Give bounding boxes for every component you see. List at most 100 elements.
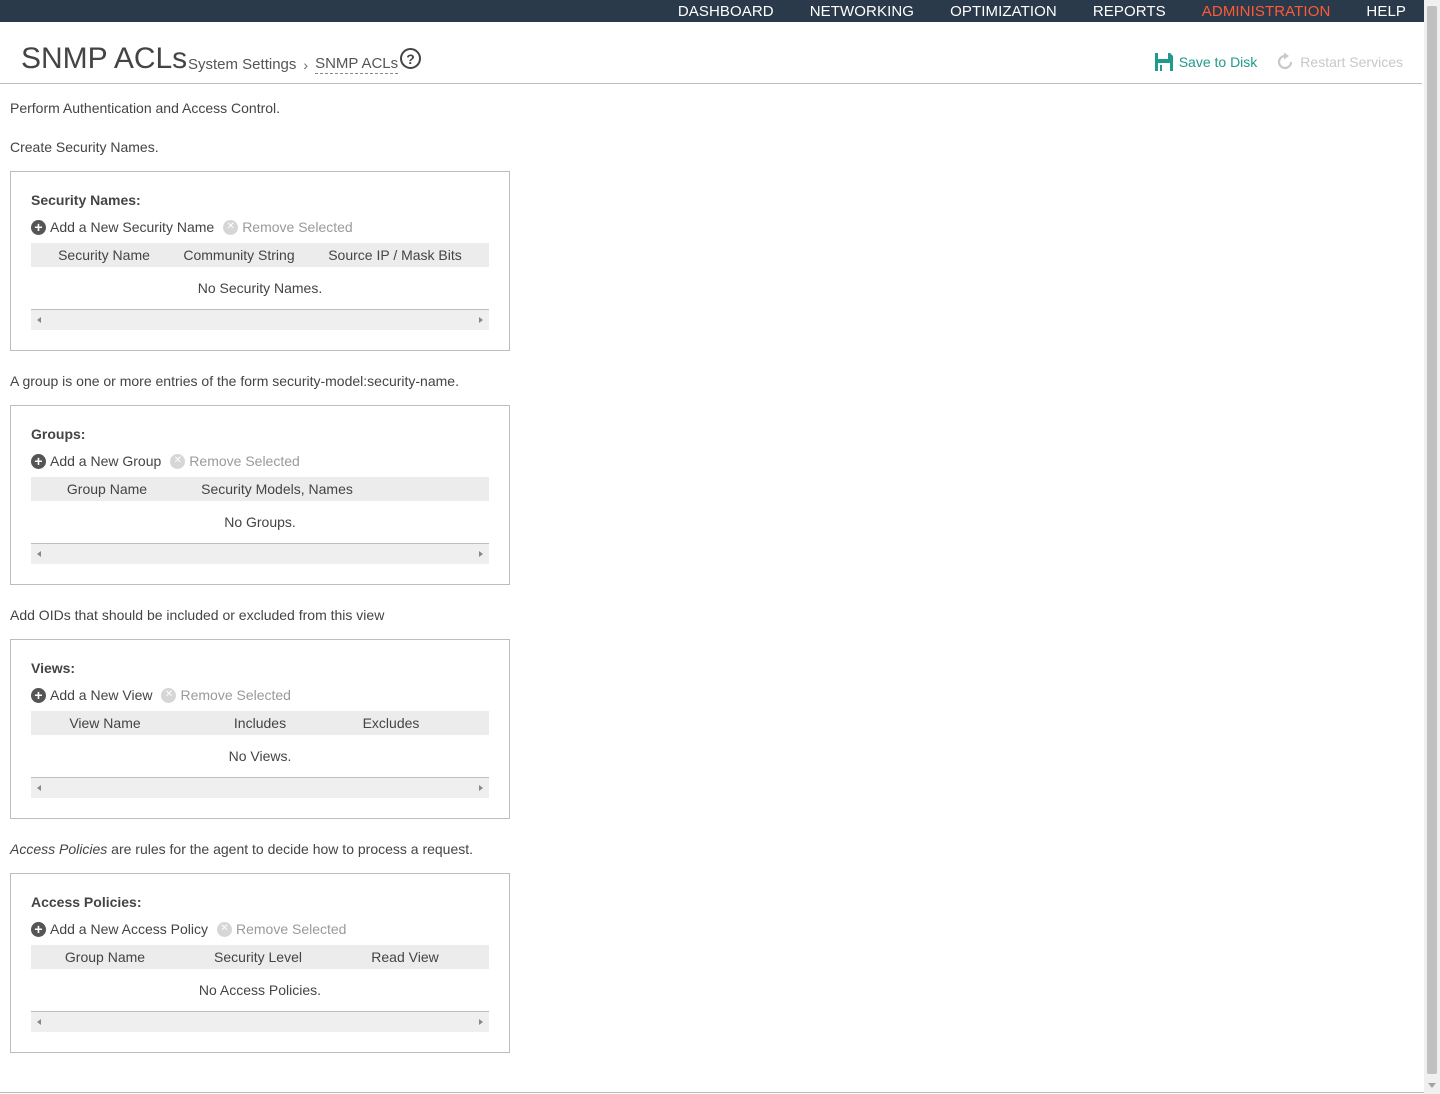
remove-selected-button[interactable]: ✕ Remove Selected bbox=[170, 453, 300, 469]
main-content: Perform Authentication and Access Contro… bbox=[10, 98, 1410, 1053]
column-header[interactable]: View Name bbox=[31, 715, 179, 731]
page-title: SNMP ACLs bbox=[21, 42, 188, 75]
restart-services-button[interactable]: Restart Services bbox=[1275, 52, 1403, 72]
intro-text-2: Create Security Names. bbox=[10, 139, 159, 155]
nav-reports[interactable]: REPORTS bbox=[1093, 3, 1166, 20]
intro-text-1: Perform Authentication and Access Contro… bbox=[10, 100, 281, 116]
remove-selected-button[interactable]: ✕ Remove Selected bbox=[216, 921, 347, 937]
scrollbar-thumb[interactable] bbox=[1427, 6, 1437, 1074]
remove-label: Remove Selected bbox=[180, 687, 291, 703]
column-header[interactable]: Source IP / Mask Bits bbox=[301, 247, 489, 263]
nav-dashboard[interactable]: DASHBOARD bbox=[678, 3, 774, 20]
column-header[interactable]: Community String bbox=[177, 247, 301, 263]
column-header[interactable]: Security Name bbox=[31, 247, 177, 263]
nav-networking[interactable]: NETWORKING bbox=[810, 3, 914, 20]
empty-message: No Views. bbox=[31, 735, 489, 778]
breadcrumb-current[interactable]: SNMP ACLs bbox=[315, 55, 399, 74]
scroll-left-icon[interactable] bbox=[37, 551, 41, 557]
save-to-disk-label: Save to Disk bbox=[1178, 54, 1258, 70]
add-label: Add a New Security Name bbox=[50, 219, 215, 235]
horizontal-scrollbar[interactable] bbox=[31, 544, 489, 564]
x-circle-icon: ✕ bbox=[170, 453, 186, 469]
remove-selected-button[interactable]: ✕ Remove Selected bbox=[223, 219, 353, 235]
security-names-panel: Security Names: + Add a New Security Nam… bbox=[10, 171, 510, 351]
scroll-right-icon[interactable] bbox=[479, 785, 483, 791]
plus-circle-icon: + bbox=[31, 453, 46, 469]
table-header: Group Name Security Level Read View bbox=[31, 945, 489, 969]
breadcrumb-parent[interactable]: System Settings bbox=[188, 56, 296, 73]
horizontal-scrollbar[interactable] bbox=[31, 1012, 489, 1032]
panel-title: Access Policies: bbox=[31, 894, 142, 910]
question-circle-icon[interactable]: ? bbox=[400, 48, 421, 69]
page-header: SNMP ACLs System Settings › SNMP ACLs ? … bbox=[0, 22, 1422, 84]
restart-services-label: Restart Services bbox=[1300, 54, 1403, 70]
table-header: Security Name Community String Source IP… bbox=[31, 243, 489, 267]
add-access-policy-button[interactable]: + Add a New Access Policy bbox=[31, 921, 208, 937]
page-bottom-divider bbox=[0, 1092, 1424, 1093]
remove-label: Remove Selected bbox=[235, 921, 347, 937]
horizontal-scrollbar[interactable] bbox=[31, 778, 489, 798]
scroll-right-icon[interactable] bbox=[479, 317, 483, 323]
x-circle-icon: ✕ bbox=[161, 687, 177, 703]
x-circle-icon: ✕ bbox=[223, 219, 239, 235]
top-navigation: DASHBOARD NETWORKING OPTIMIZATION REPORT… bbox=[0, 0, 1424, 22]
nav-help[interactable]: HELP bbox=[1366, 3, 1406, 20]
remove-label: Remove Selected bbox=[242, 219, 353, 235]
scroll-right-icon[interactable] bbox=[479, 1019, 483, 1025]
column-header[interactable]: Security Models, Names bbox=[183, 481, 371, 497]
empty-message: No Groups. bbox=[31, 501, 489, 544]
column-header[interactable]: Read View bbox=[337, 949, 473, 965]
table-header: Group Name Security Models, Names bbox=[31, 477, 489, 501]
plus-circle-icon: + bbox=[31, 687, 46, 703]
add-label: Add a New Access Policy bbox=[50, 921, 208, 937]
groups-panel: Groups: + Add a New Group ✕ Remove Selec… bbox=[10, 405, 510, 585]
refresh-icon bbox=[1278, 52, 1293, 70]
empty-message: No Security Names. bbox=[31, 267, 489, 310]
remove-label: Remove Selected bbox=[189, 453, 300, 469]
horizontal-scrollbar[interactable] bbox=[31, 310, 489, 330]
panel-actions: + Add a New Group ✕ Remove Selected bbox=[31, 452, 489, 470]
views-panel: Views: + Add a New View ✕ Remove Selecte… bbox=[10, 639, 510, 819]
panel-actions: + Add a New Access Policy ✕ Remove Selec… bbox=[31, 920, 489, 938]
access-policies-description: Access Policies are rules for the agent … bbox=[10, 839, 1410, 859]
groups-description: A group is one or more entries of the fo… bbox=[10, 373, 459, 389]
panel-actions: + Add a New View ✕ Remove Selected bbox=[31, 686, 489, 704]
add-view-button[interactable]: + Add a New View bbox=[31, 687, 152, 703]
add-group-button[interactable]: + Add a New Group bbox=[31, 453, 161, 469]
nav-administration[interactable]: ADMINISTRATION bbox=[1202, 3, 1331, 20]
scroll-right-icon[interactable] bbox=[479, 551, 483, 557]
empty-message: No Access Policies. bbox=[31, 969, 489, 1012]
panel-title: Groups: bbox=[31, 426, 86, 442]
access-policies-rest: are rules for the agent to decide how to… bbox=[107, 841, 474, 857]
scroll-left-icon[interactable] bbox=[37, 1019, 41, 1025]
x-circle-icon: ✕ bbox=[216, 921, 232, 937]
nav-optimization[interactable]: OPTIMIZATION bbox=[950, 3, 1057, 20]
breadcrumb-separator: › bbox=[303, 56, 309, 73]
add-label: Add a New Group bbox=[50, 453, 162, 469]
scroll-down-icon[interactable] bbox=[1428, 1083, 1436, 1088]
vertical-scrollbar[interactable] bbox=[1424, 0, 1440, 1094]
column-header[interactable]: Group Name bbox=[31, 949, 179, 965]
add-security-name-button[interactable]: + Add a New Security Name bbox=[31, 219, 214, 235]
views-description: Add OIDs that should be included or excl… bbox=[10, 607, 385, 623]
column-header[interactable]: Security Level bbox=[179, 949, 337, 965]
column-header[interactable]: Excludes bbox=[341, 715, 441, 731]
access-policies-emphasis: Access Policies bbox=[10, 841, 108, 857]
panel-title: Security Names: bbox=[31, 192, 141, 208]
remove-selected-button[interactable]: ✕ Remove Selected bbox=[161, 687, 291, 703]
column-header[interactable]: Group Name bbox=[31, 481, 183, 497]
panel-actions: + Add a New Security Name ✕ Remove Selec… bbox=[31, 218, 489, 236]
column-header[interactable]: Includes bbox=[179, 715, 341, 731]
panel-title: Views: bbox=[31, 660, 76, 676]
header-actions: Save to Disk Restart Services bbox=[1154, 52, 1403, 72]
floppy-disk-icon bbox=[1154, 53, 1173, 71]
scroll-left-icon[interactable] bbox=[37, 785, 41, 791]
save-to-disk-button[interactable]: Save to Disk bbox=[1154, 52, 1258, 72]
plus-circle-icon: + bbox=[31, 921, 46, 937]
breadcrumb: System Settings › SNMP ACLs bbox=[188, 55, 399, 74]
add-label: Add a New View bbox=[50, 687, 153, 703]
access-policies-panel: Access Policies: + Add a New Access Poli… bbox=[10, 873, 510, 1053]
table-header: View Name Includes Excludes bbox=[31, 711, 489, 735]
plus-circle-icon: + bbox=[31, 219, 46, 235]
scroll-left-icon[interactable] bbox=[37, 317, 41, 323]
